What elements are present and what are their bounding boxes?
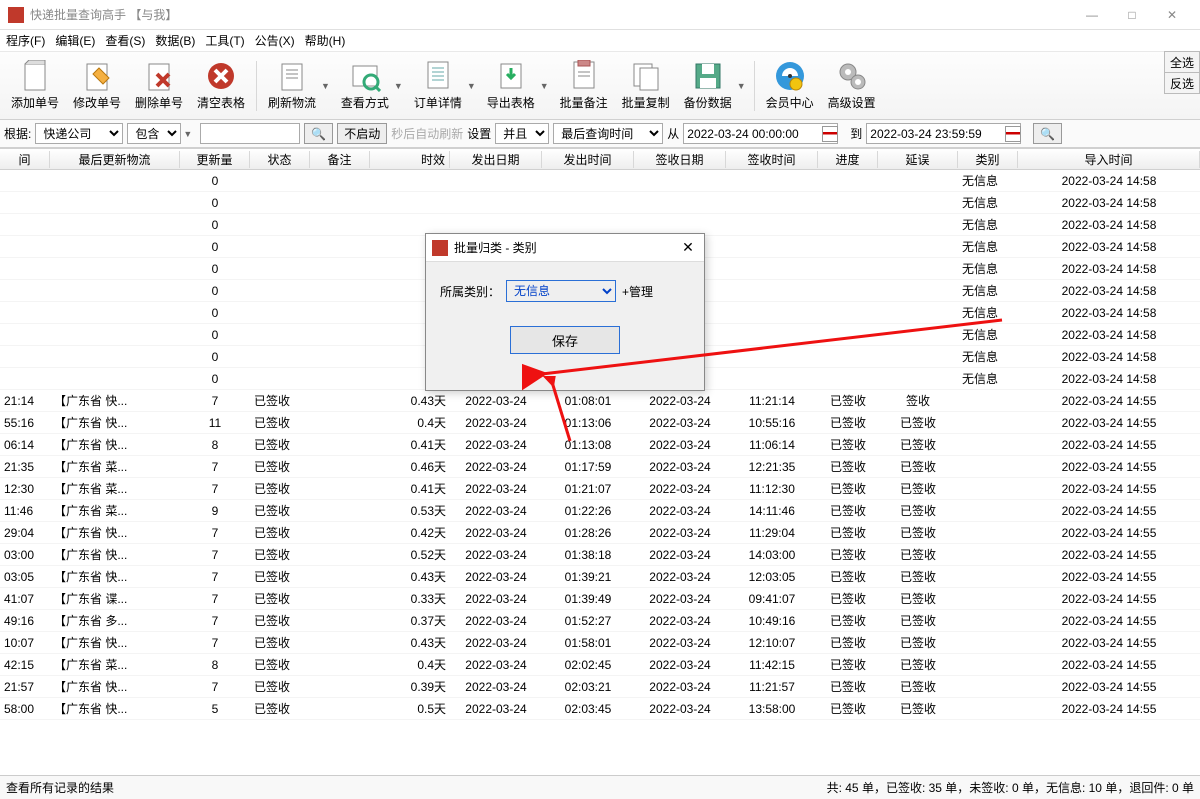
table-row[interactable]: 41:07【广东省 谍...7已签收0.33天2022-03-2401:39:4… bbox=[0, 588, 1200, 610]
copy-button[interactable]: 批量复制 bbox=[615, 56, 677, 116]
table-row[interactable]: 21:35【广东省 菜...7已签收0.46天2022-03-2401:17:5… bbox=[0, 456, 1200, 478]
column-header[interactable]: 间 bbox=[0, 151, 50, 168]
manage-link[interactable]: +管理 bbox=[622, 283, 653, 300]
column-header[interactable]: 发出日期 bbox=[450, 151, 542, 168]
table-row[interactable]: 11:46【广东省 菜...9已签收0.53天2022-03-2401:22:2… bbox=[0, 500, 1200, 522]
status-left: 查看所有记录的结果 bbox=[6, 779, 114, 796]
column-header[interactable]: 类别 bbox=[958, 151, 1018, 168]
table-row[interactable]: 0无信息2022-03-24 14:58 bbox=[0, 170, 1200, 192]
add-button[interactable]: 添加单号 bbox=[4, 56, 66, 116]
menu-item[interactable]: 工具(T) bbox=[205, 32, 244, 49]
disable-button[interactable]: 不启动 bbox=[337, 123, 387, 144]
contain-select[interactable]: 包含 bbox=[127, 123, 181, 144]
chevron-down-icon[interactable]: ▼ bbox=[540, 81, 549, 91]
category-select[interactable]: 无信息 bbox=[506, 280, 616, 302]
select-all-button[interactable]: 全选 bbox=[1164, 51, 1200, 73]
table-row[interactable]: 03:00【广东省 快...7已签收0.52天2022-03-2401:38:1… bbox=[0, 544, 1200, 566]
minimize-button[interactable]: — bbox=[1072, 1, 1112, 29]
window-title: 快递批量查询高手 【与我】 bbox=[30, 6, 1072, 23]
delete-button[interactable]: 删除单号 bbox=[128, 56, 190, 116]
column-header[interactable]: 导入时间 bbox=[1018, 151, 1200, 168]
table-row[interactable]: 12:30【广东省 菜...7已签收0.41天2022-03-2401:21:0… bbox=[0, 478, 1200, 500]
column-header[interactable]: 最后更新物流 bbox=[50, 151, 180, 168]
menu-item[interactable]: 帮助(H) bbox=[305, 32, 346, 49]
refresh-button[interactable]: 刷新物流 bbox=[261, 56, 323, 116]
menubar: 程序(F) 编辑(E) 查看(S) 数据(B) 工具(T) 公告(X) 帮助(H) bbox=[0, 30, 1200, 52]
and-select[interactable]: 并且 bbox=[495, 123, 549, 144]
export-button[interactable]: 导出表格 bbox=[480, 56, 542, 116]
category-label: 所属类别： bbox=[440, 283, 500, 300]
search-input[interactable] bbox=[200, 123, 300, 144]
edit-button[interactable]: 修改单号 bbox=[66, 56, 128, 116]
table-row[interactable]: 21:57【广东省 快...7已签收0.39天2022-03-2402:03:2… bbox=[0, 676, 1200, 698]
menu-item[interactable]: 编辑(E) bbox=[55, 32, 95, 49]
settings-button[interactable]: 高级设置 bbox=[821, 56, 883, 116]
maximize-button[interactable]: □ bbox=[1112, 1, 1152, 29]
clear-button[interactable]: 清空表格 bbox=[190, 56, 252, 116]
app-icon bbox=[8, 7, 24, 23]
table-row[interactable]: 10:07【广东省 快...7已签收0.43天2022-03-2401:58:0… bbox=[0, 632, 1200, 654]
column-header[interactable]: 签收日期 bbox=[634, 151, 726, 168]
table-row[interactable]: 06:14【广东省 快...8已签收0.41天2022-03-2401:13:0… bbox=[0, 434, 1200, 456]
settings-link[interactable]: 设置 bbox=[467, 125, 491, 142]
table-row[interactable]: 49:16【广东省 多...7已签收0.37天2022-03-2401:52:2… bbox=[0, 610, 1200, 632]
table-row[interactable]: 58:00【广东省 快...5已签收0.5天2022-03-2402:03:45… bbox=[0, 698, 1200, 720]
to-label: 到 bbox=[850, 125, 862, 142]
column-header[interactable]: 状态 bbox=[250, 151, 310, 168]
filter-bar: 根据: 快递公司 包含 ▼ 🔍 不启动 秒后自动刷新 设置 并且 最后查询时间 … bbox=[0, 120, 1200, 148]
menu-item[interactable]: 程序(F) bbox=[6, 32, 45, 49]
table-row[interactable]: 55:16【广东省 快...11已签收0.4天2022-03-2401:13:0… bbox=[0, 412, 1200, 434]
member-button[interactable]: 会员中心 bbox=[759, 56, 821, 116]
toolbar: 添加单号 修改单号 删除单号 清空表格 刷新物流▼ 查看方式▼ 订单详情▼ 导出… bbox=[0, 52, 1200, 120]
table-row[interactable]: 0无信息2022-03-24 14:58 bbox=[0, 192, 1200, 214]
close-button[interactable]: ✕ bbox=[1152, 1, 1192, 29]
chevron-down-icon[interactable]: ▼ bbox=[737, 81, 746, 91]
filter-search-button[interactable]: 🔍 bbox=[1033, 123, 1062, 144]
note-button[interactable]: 批量备注 bbox=[553, 56, 615, 116]
statusbar: 查看所有记录的结果 共: 45 单，已签收: 35 单，未签收: 0 单，无信息… bbox=[0, 775, 1200, 799]
column-header[interactable]: 时效 bbox=[370, 151, 450, 168]
column-header[interactable]: 签收时间 bbox=[726, 151, 818, 168]
root-label: 根据: bbox=[4, 125, 31, 142]
column-header[interactable]: 进度 bbox=[818, 151, 878, 168]
column-header[interactable]: 备注 bbox=[310, 151, 370, 168]
invert-select-button[interactable]: 反选 bbox=[1164, 72, 1200, 94]
chevron-down-icon[interactable]: ▼ bbox=[394, 81, 403, 91]
chevron-down-icon[interactable]: ▼ bbox=[183, 129, 192, 139]
auto-label: 秒后自动刷新 bbox=[391, 125, 463, 142]
chevron-down-icon[interactable]: ▼ bbox=[321, 81, 330, 91]
titlebar: 快递批量查询高手 【与我】 — □ ✕ bbox=[0, 0, 1200, 30]
menu-item[interactable]: 公告(X) bbox=[255, 32, 295, 49]
menu-item[interactable]: 数据(B) bbox=[155, 32, 195, 49]
backup-button[interactable]: 备份数据 bbox=[677, 56, 739, 116]
table-row[interactable]: 42:15【广东省 菜...8已签收0.4天2022-03-2402:02:45… bbox=[0, 654, 1200, 676]
column-header[interactable]: 更新量 bbox=[180, 151, 250, 168]
date-from-input[interactable] bbox=[683, 123, 838, 144]
chevron-down-icon[interactable]: ▼ bbox=[467, 81, 476, 91]
view-button[interactable]: 查看方式 bbox=[334, 56, 396, 116]
column-header[interactable]: 发出时间 bbox=[542, 151, 634, 168]
dialog-title: 批量归类 - 类别 bbox=[454, 239, 678, 256]
search-button[interactable]: 🔍 bbox=[304, 123, 333, 144]
app-icon bbox=[432, 240, 448, 256]
close-icon[interactable]: ✕ bbox=[678, 239, 698, 256]
dialog-titlebar[interactable]: 批量归类 - 类别 ✕ bbox=[426, 234, 704, 262]
lastquery-select[interactable]: 最后查询时间 bbox=[553, 123, 663, 144]
status-right: 共: 45 单，已签收: 35 单，未签收: 0 单，无信息: 10 单，退回件… bbox=[827, 779, 1194, 796]
table-row[interactable]: 21:14【广东省 快...7已签收0.43天2022-03-2401:08:0… bbox=[0, 390, 1200, 412]
save-button[interactable]: 保存 bbox=[510, 326, 620, 354]
column-header[interactable]: 延误 bbox=[878, 151, 958, 168]
company-select[interactable]: 快递公司 bbox=[35, 123, 123, 144]
detail-button[interactable]: 订单详情 bbox=[407, 56, 469, 116]
table-row[interactable]: 29:04【广东省 快...7已签收0.42天2022-03-2401:28:2… bbox=[0, 522, 1200, 544]
table-header: 间最后更新物流更新量状态备注时效发出日期发出时间签收日期签收时间进度延误类别导入… bbox=[0, 148, 1200, 170]
date-to-input[interactable] bbox=[866, 123, 1021, 144]
table-row[interactable]: 03:05【广东省 快...7已签收0.43天2022-03-2401:39:2… bbox=[0, 566, 1200, 588]
category-dialog: 批量归类 - 类别 ✕ 所属类别： 无信息 +管理 保存 bbox=[425, 233, 705, 391]
from-label: 从 bbox=[667, 125, 679, 142]
menu-item[interactable]: 查看(S) bbox=[105, 32, 145, 49]
